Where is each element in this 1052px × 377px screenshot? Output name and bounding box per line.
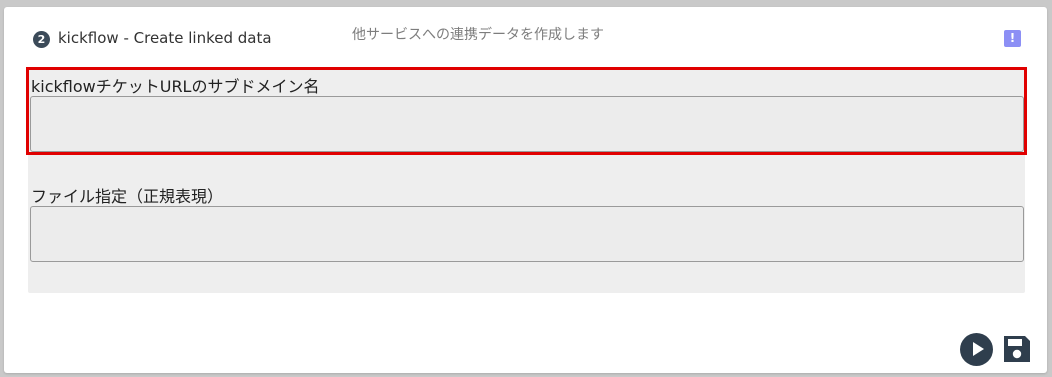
play-icon[interactable] — [960, 333, 993, 366]
step-title: kickflow - Create linked data — [58, 29, 272, 47]
floppy-disk-icon[interactable] — [1001, 333, 1033, 365]
file-pattern-input[interactable] — [30, 206, 1024, 262]
file-pattern-field-label: ファイル指定（正規表現） — [31, 187, 224, 206]
step-subtitle: 他サービスへの連携データを作成します — [352, 27, 604, 43]
subdomain-field-label: kickflowチケットURLのサブドメイン名 — [31, 77, 320, 96]
exclamation-icon[interactable]: ! — [1004, 30, 1021, 47]
subdomain-input[interactable] — [30, 96, 1024, 152]
step-number-badge: 2 — [33, 31, 50, 48]
